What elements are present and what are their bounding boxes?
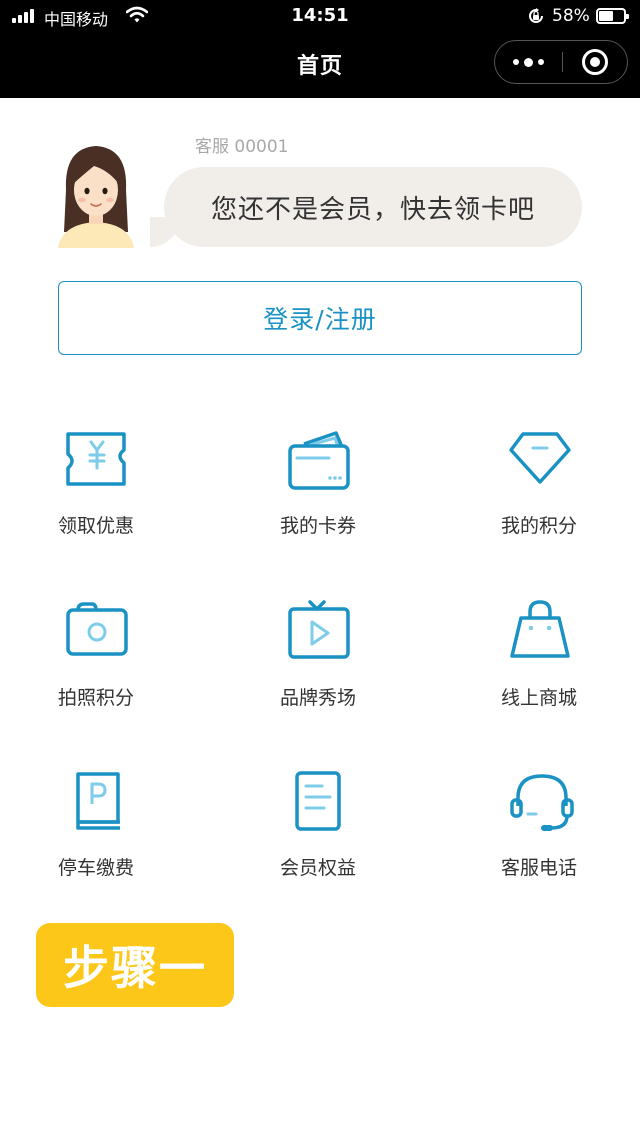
menu-label: 品牌秀场 bbox=[280, 687, 357, 709]
coupon-ticket-icon bbox=[66, 432, 126, 486]
wallet-cards-icon bbox=[288, 431, 350, 490]
menu-label: 停车缴费 bbox=[58, 857, 135, 879]
menu-item-online-mall[interactable]: 线上商城 bbox=[501, 600, 640, 730]
battery-percent: 58% bbox=[552, 6, 590, 26]
menu-item-cards[interactable]: 我的卡券 bbox=[280, 428, 460, 558]
menu-label: 我的卡券 bbox=[280, 515, 357, 537]
shopping-bag-icon bbox=[510, 600, 570, 658]
status-bar: 中国移动 14:51 58% bbox=[0, 0, 640, 32]
menu-item-brand-show[interactable]: 品牌秀场 bbox=[280, 600, 460, 730]
top-bar: 中国移动 14:51 58% 首页 bbox=[0, 0, 640, 98]
mini-program-capsule bbox=[494, 40, 628, 84]
menu-label: 拍照积分 bbox=[58, 687, 135, 709]
login-register-button[interactable]: 登录/注册 bbox=[58, 281, 582, 355]
document-icon bbox=[295, 771, 341, 831]
menu-label: 会员权益 bbox=[280, 857, 357, 879]
menu-label: 我的积分 bbox=[501, 515, 578, 537]
menu-item-parking[interactable]: 停车缴费 bbox=[58, 770, 238, 900]
menu-label: 线上商城 bbox=[501, 687, 578, 709]
camera-icon bbox=[66, 602, 128, 656]
battery-nub bbox=[626, 14, 629, 19]
mini-program-close-icon[interactable] bbox=[563, 41, 627, 83]
menu-item-service-phone[interactable]: 客服电话 bbox=[501, 770, 640, 900]
more-dots-icon[interactable] bbox=[495, 41, 561, 83]
tv-play-icon bbox=[288, 600, 350, 659]
menu-label: 客服电话 bbox=[501, 857, 578, 879]
battery-fill bbox=[599, 11, 613, 21]
agent-name: 客服 00001 bbox=[195, 137, 289, 157]
menu-item-coupons[interactable]: 领取优惠 bbox=[58, 428, 238, 558]
menu-label: 领取优惠 bbox=[58, 515, 135, 537]
menu-item-points[interactable]: 我的积分 bbox=[501, 428, 640, 558]
step-badge: 步骤一 bbox=[36, 923, 234, 1007]
message-text: 您还不是会员，快去领卡吧 bbox=[210, 194, 535, 225]
message-bubble: 您还不是会员，快去领卡吧 bbox=[150, 167, 582, 247]
status-time: 14:51 bbox=[291, 5, 349, 26]
headset-icon bbox=[510, 774, 574, 831]
menu-item-photo-points[interactable]: 拍照积分 bbox=[58, 600, 238, 730]
battery-icon bbox=[596, 8, 629, 24]
parking-book-icon bbox=[76, 772, 120, 830]
rotation-lock-icon bbox=[529, 8, 543, 23]
diamond-icon bbox=[509, 432, 571, 484]
menu-item-member-benefits[interactable]: 会员权益 bbox=[280, 770, 460, 900]
agent-avatar bbox=[58, 146, 134, 248]
